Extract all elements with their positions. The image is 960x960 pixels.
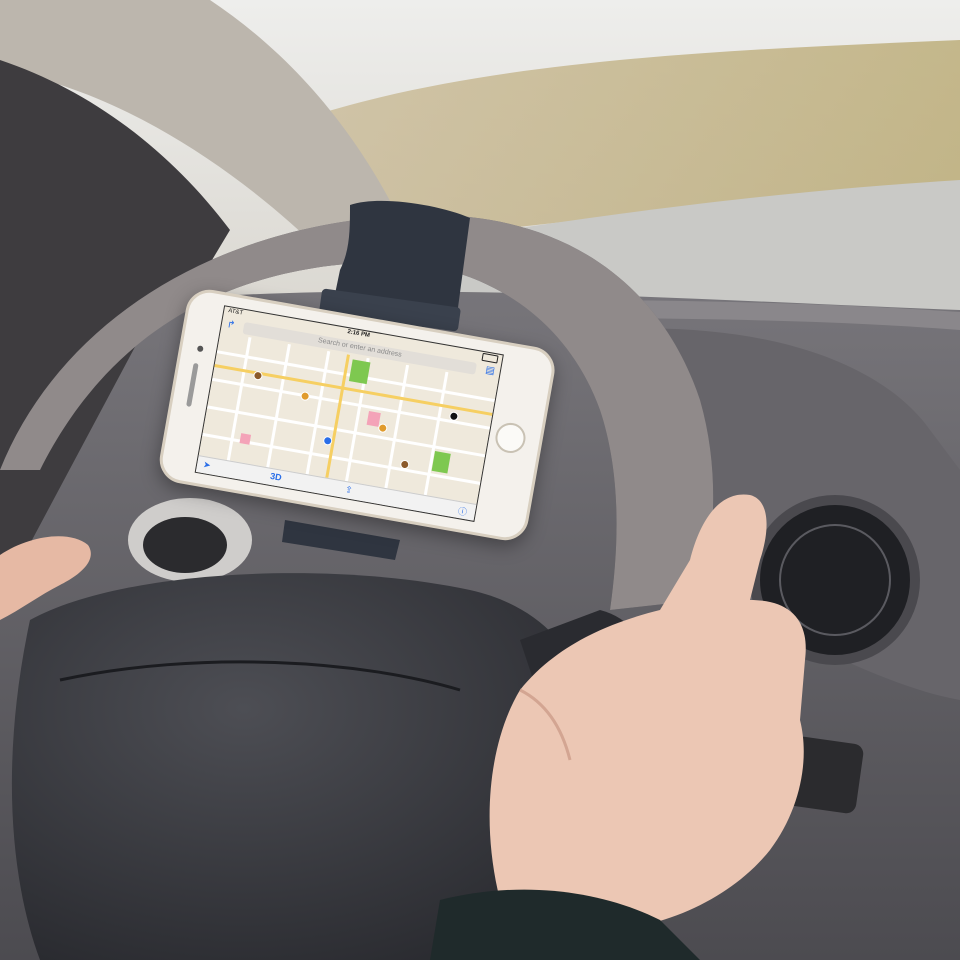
battery-icon <box>481 352 499 364</box>
car-interior-photo: AT&T 2:16 PM ↱ Search or enter an addres… <box>0 0 960 960</box>
home-button[interactable] <box>493 420 528 456</box>
list-icon[interactable]: ▤ <box>484 365 495 377</box>
carrier-label: AT&T <box>227 308 244 317</box>
3d-button[interactable]: 3D <box>269 471 282 483</box>
front-camera <box>196 345 204 353</box>
turn-arrow-icon[interactable]: ↱ <box>226 319 236 331</box>
info-icon[interactable]: ⓘ <box>457 504 468 518</box>
status-time: 2:16 PM <box>346 329 371 339</box>
share-icon[interactable]: ⇪ <box>344 484 353 496</box>
earpiece-speaker <box>186 362 199 408</box>
maps-app-screen: AT&T 2:16 PM ↱ Search or enter an addres… <box>194 305 504 522</box>
location-arrow-icon[interactable]: ➤ <box>202 459 211 471</box>
park-area <box>348 359 371 385</box>
